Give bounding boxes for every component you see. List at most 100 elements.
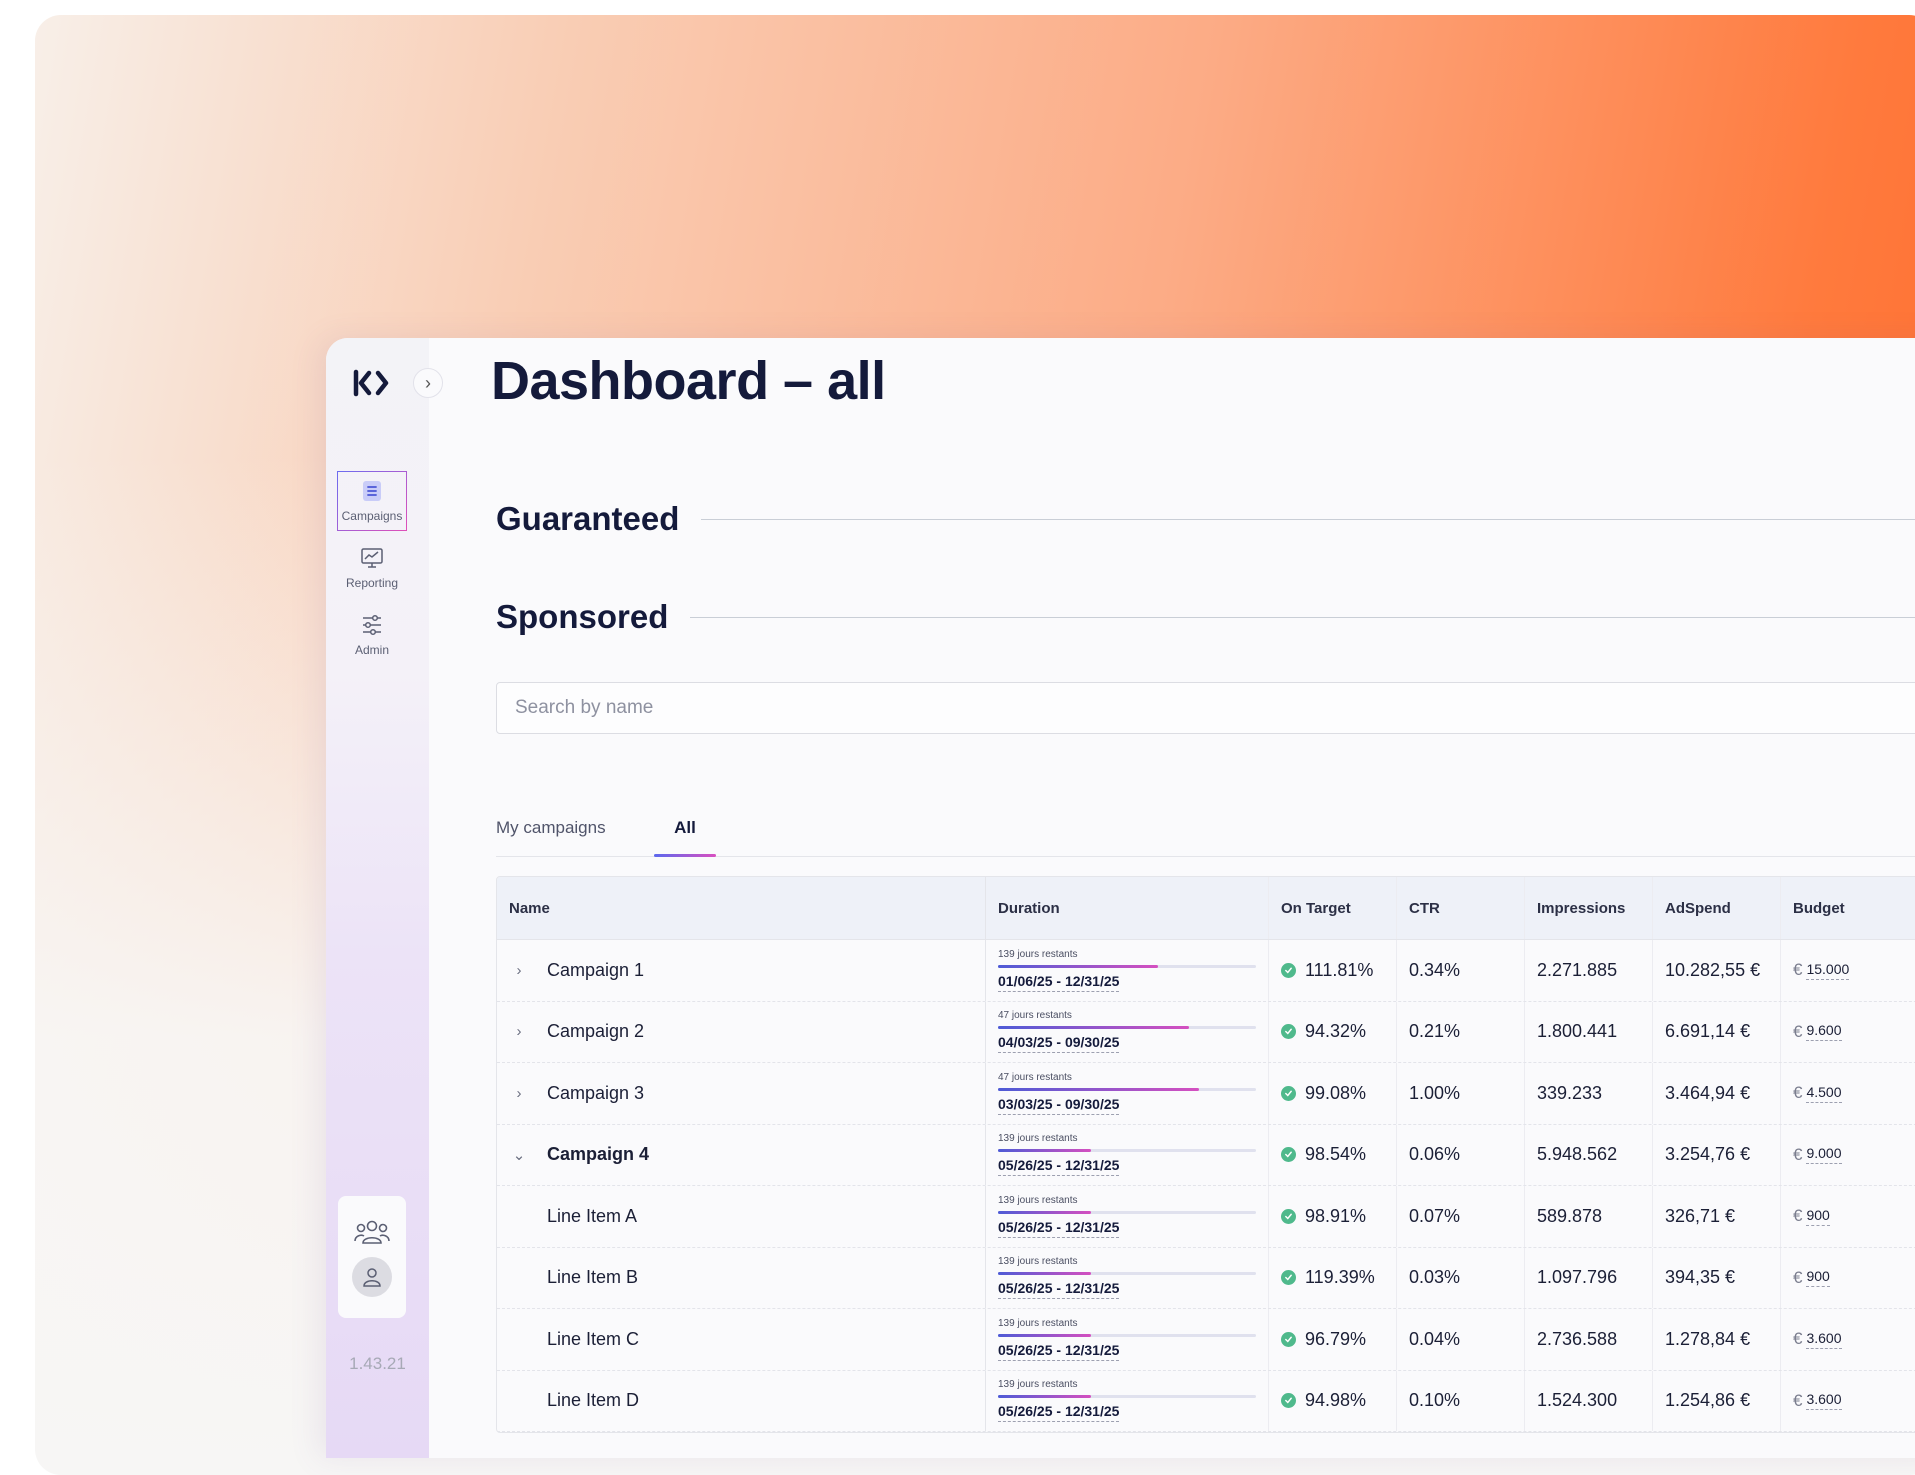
sidebar-item-admin[interactable]: Admin (337, 605, 407, 665)
ctr-cell: 0.06% (1397, 1124, 1525, 1185)
budget-value[interactable]: 3.600 (1806, 1391, 1842, 1411)
on-target-cell: 98.54% (1269, 1124, 1397, 1185)
budget-value[interactable]: 9.600 (1806, 1022, 1842, 1042)
budget-value[interactable]: 900 (1806, 1207, 1830, 1226)
date-range[interactable]: 04/03/25 - 09/30/25 (998, 1034, 1120, 1054)
avatar[interactable] (352, 1257, 392, 1297)
adspend-cell: 3.464,94 € (1653, 1063, 1781, 1124)
ctr-value: 0.34% (1409, 959, 1461, 980)
collapse-sidebar-button[interactable]: › (413, 368, 443, 398)
row-name[interactable]: Line Item D (547, 1390, 639, 1411)
euro-icon: € (1793, 960, 1803, 980)
app-version: 1.43.21 (349, 1354, 406, 1373)
table-row[interactable]: Line Item A 139 jours restants 05/26/25 … (497, 1186, 1915, 1248)
days-remaining: 47 jours restants (998, 1071, 1072, 1083)
column-header-on-target[interactable]: On Target (1269, 877, 1397, 939)
logo[interactable] (352, 368, 392, 398)
chevron-right-icon[interactable]: › (509, 962, 529, 979)
section-title[interactable]: Sponsored (496, 598, 668, 636)
tab-my-campaigns[interactable]: My campaigns (496, 800, 606, 856)
table-row[interactable]: › Campaign 1 139 jours restants 01/06/25… (497, 940, 1915, 1002)
impressions-cell: 1.097.796 (1525, 1247, 1653, 1308)
duration-progress-bar (998, 1210, 1256, 1214)
on-target-value: 98.54% (1305, 1144, 1367, 1165)
date-range[interactable]: 05/26/25 - 12/31/25 (998, 1403, 1120, 1423)
section-title[interactable]: Guaranteed (496, 500, 679, 538)
date-range[interactable]: 01/06/25 - 12/31/25 (998, 973, 1120, 992)
date-range[interactable]: 03/03/25 - 09/30/25 (998, 1096, 1120, 1115)
progress-fill (998, 1333, 1091, 1337)
impressions-cell: 339.233 (1525, 1063, 1653, 1124)
date-range[interactable]: 05/26/25 - 12/31/25 (998, 1157, 1120, 1177)
progress-fill (998, 1087, 1200, 1091)
check-circle-icon (1281, 1393, 1296, 1409)
sidebar-item-label: Campaigns (341, 509, 403, 523)
on-target-value: 98.91% (1305, 1205, 1367, 1226)
column-header-budget[interactable]: Budget (1781, 877, 1915, 939)
ctr-cell: 0.34% (1397, 940, 1525, 1001)
chevron-down-icon[interactable]: ⌄ (509, 1146, 529, 1164)
name-cell: › Campaign 2 (497, 1001, 986, 1062)
table-body: › Campaign 1 139 jours restants 01/06/25… (497, 940, 1915, 1432)
impressions-value: 1.097.796 (1537, 1267, 1618, 1288)
date-range[interactable]: 05/26/25 - 12/31/25 (998, 1219, 1120, 1238)
adspend-value: 1.278,84 € (1665, 1328, 1751, 1349)
user-panel (338, 1196, 406, 1318)
date-range[interactable]: 05/26/25 - 12/31/25 (998, 1280, 1120, 1300)
days-remaining: 139 jours restants (998, 948, 1078, 960)
adspend-cell: 1.278,84 € (1653, 1309, 1781, 1370)
sidebar-item-reporting[interactable]: Reporting (337, 538, 407, 598)
sidebar-item-campaigns[interactable]: Campaigns (337, 471, 407, 531)
impressions-cell: 589.878 (1525, 1186, 1653, 1247)
row-name[interactable]: Campaign 2 (547, 1021, 644, 1042)
budget-value[interactable]: 15.000 (1806, 961, 1850, 980)
on-target-value: 96.79% (1305, 1328, 1367, 1349)
date-range[interactable]: 05/26/25 - 12/31/25 (998, 1342, 1120, 1361)
column-header-name[interactable]: Name (497, 877, 986, 939)
row-name[interactable]: Campaign 4 (547, 1144, 649, 1165)
chevron-right-icon[interactable]: › (509, 1085, 529, 1102)
table-row[interactable]: Line Item B 139 jours restants 05/26/25 … (497, 1247, 1915, 1309)
budget-value[interactable]: 3.600 (1806, 1330, 1842, 1349)
team-icon[interactable] (354, 1217, 390, 1247)
table-row[interactable]: Line Item D 139 jours restants 05/26/25 … (497, 1370, 1915, 1432)
impressions-value: 1.800.441 (1537, 1021, 1618, 1042)
row-name[interactable]: Campaign 3 (547, 1083, 644, 1104)
adspend-cell: 394,35 € (1653, 1247, 1781, 1308)
budget-cell: € 3.600 (1781, 1309, 1915, 1370)
tab-all[interactable]: All (654, 800, 716, 857)
table-row[interactable]: Line Item C 139 jours restants 05/26/25 … (497, 1309, 1915, 1371)
row-name[interactable]: Line Item C (547, 1329, 639, 1350)
budget-value[interactable]: 4.500 (1806, 1084, 1842, 1103)
name-cell: ⌄ Campaign 4 (497, 1124, 986, 1185)
table-row[interactable]: › Campaign 2 47 jours restants 04/03/25 … (497, 1001, 1915, 1063)
impressions-value: 2.736.588 (1537, 1328, 1618, 1349)
row-name[interactable]: Line Item A (547, 1206, 637, 1227)
table-row[interactable]: › Campaign 3 47 jours restants 03/03/25 … (497, 1063, 1915, 1125)
table-row[interactable]: ⌄ Campaign 4 139 jours restants 05/26/25… (497, 1124, 1915, 1186)
list-icon (363, 481, 381, 501)
adspend-value: 6.691,14 € (1665, 1021, 1751, 1042)
row-name[interactable]: Line Item B (547, 1267, 638, 1288)
chevron-right-icon[interactable]: › (509, 1023, 529, 1040)
budget-value[interactable]: 900 (1806, 1268, 1830, 1288)
ctr-cell: 0.03% (1397, 1247, 1525, 1308)
column-header-adspend[interactable]: AdSpend (1653, 877, 1781, 939)
check-circle-icon (1281, 1024, 1296, 1040)
progress-fill (998, 1149, 1091, 1153)
column-header-impressions[interactable]: Impressions (1525, 877, 1653, 939)
on-target-cell: 94.32% (1269, 1001, 1397, 1062)
impressions-cell: 2.271.885 (1525, 940, 1653, 1001)
on-target-cell: 99.08% (1269, 1063, 1397, 1124)
column-header-duration[interactable]: Duration (986, 877, 1269, 939)
duration-cell: 47 jours restants 04/03/25 - 09/30/25 (986, 1001, 1269, 1062)
duration-progress-bar (998, 1333, 1256, 1337)
row-name[interactable]: Campaign 1 (547, 960, 644, 981)
column-header-ctr[interactable]: CTR (1397, 877, 1525, 939)
adspend-value: 1.254,86 € (1665, 1390, 1751, 1411)
duration-progress-bar (998, 1395, 1256, 1399)
search-input[interactable] (496, 682, 1915, 734)
adspend-value: 394,35 € (1665, 1267, 1736, 1288)
ctr-value: 0.04% (1409, 1328, 1461, 1349)
budget-value[interactable]: 9.000 (1806, 1145, 1842, 1165)
